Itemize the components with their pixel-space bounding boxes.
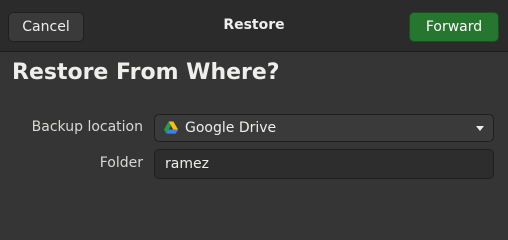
page-heading: Restore From Where? xyxy=(12,60,280,85)
google-drive-icon xyxy=(164,121,178,134)
chevron-down-icon xyxy=(476,126,484,131)
header-bar: Cancel Restore Forward xyxy=(0,0,508,52)
cancel-button[interactable]: Cancel xyxy=(8,12,84,42)
backup-location-dropdown[interactable]: Google Drive xyxy=(154,114,494,142)
restore-dialog: Cancel Restore Forward Restore From Wher… xyxy=(0,0,508,237)
backup-location-value: Google Drive xyxy=(185,120,277,136)
backup-location-label: Backup location xyxy=(31,119,143,135)
folder-label: Folder xyxy=(99,155,143,171)
folder-field[interactable] xyxy=(154,149,494,179)
forward-button[interactable]: Forward xyxy=(409,12,499,42)
